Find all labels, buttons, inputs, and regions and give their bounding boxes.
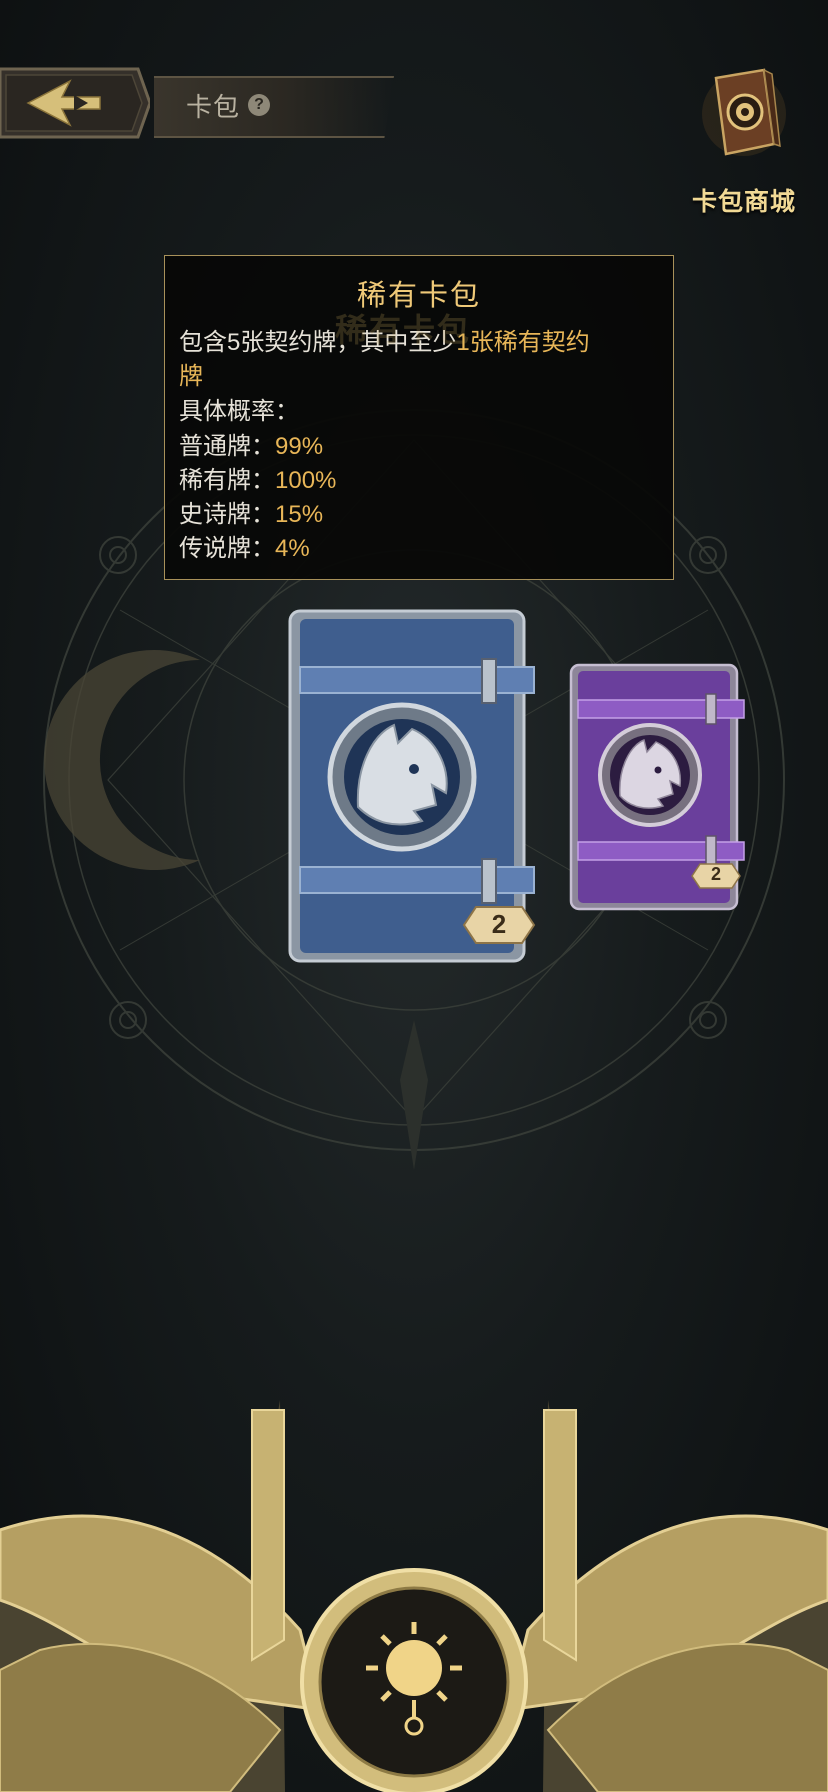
help-icon[interactable]: ? — [248, 94, 270, 116]
rarity-label: 传说牌： — [179, 535, 275, 562]
back-arrow-icon — [0, 67, 152, 139]
rarity-value: 100% — [275, 467, 337, 494]
rarity-label: 稀有牌： — [179, 467, 275, 494]
back-button[interactable] — [0, 63, 152, 143]
rarity-value: 4% — [275, 535, 310, 562]
probability-header: 具体概率： — [179, 398, 299, 425]
probability-row: 史诗牌：15% — [179, 494, 323, 529]
tooltip-ghost-title: 稀有卡包 — [335, 312, 472, 348]
card-shop-button[interactable]: 卡包商城 — [684, 64, 804, 216]
rarity-label: 普通牌： — [179, 433, 275, 460]
description-highlight: 1张稀有契约 — [456, 329, 590, 356]
description-highlight-wrap: 牌 — [179, 363, 203, 390]
rarity-label: 史诗牌： — [179, 501, 275, 528]
probability-row: 稀有牌：100% — [179, 460, 336, 495]
rarity-value: 99% — [275, 433, 324, 460]
probability-row: 普通牌：99% — [179, 426, 323, 461]
card-book-icon — [702, 68, 786, 156]
bottom-wing-ornament — [0, 1400, 828, 1792]
pack-count-badge: 2 — [491, 909, 507, 939]
card-pack-epic[interactable]: 2 — [568, 662, 746, 912]
pack-count-badge: 2 — [710, 864, 721, 884]
probability-row: 传说牌：4% — [179, 528, 310, 563]
card-shop-label: 卡包商城 — [691, 188, 796, 216]
page-title: 卡包 — [186, 92, 241, 122]
rarity-value: 15% — [275, 501, 324, 528]
pack-info-tooltip: 稀有卡包 包含5张契约牌，其中至少1张稀有契约 牌 具体概率： 普通牌：99% … — [164, 255, 674, 580]
card-pack-rare[interactable]: 2 — [286, 607, 538, 967]
